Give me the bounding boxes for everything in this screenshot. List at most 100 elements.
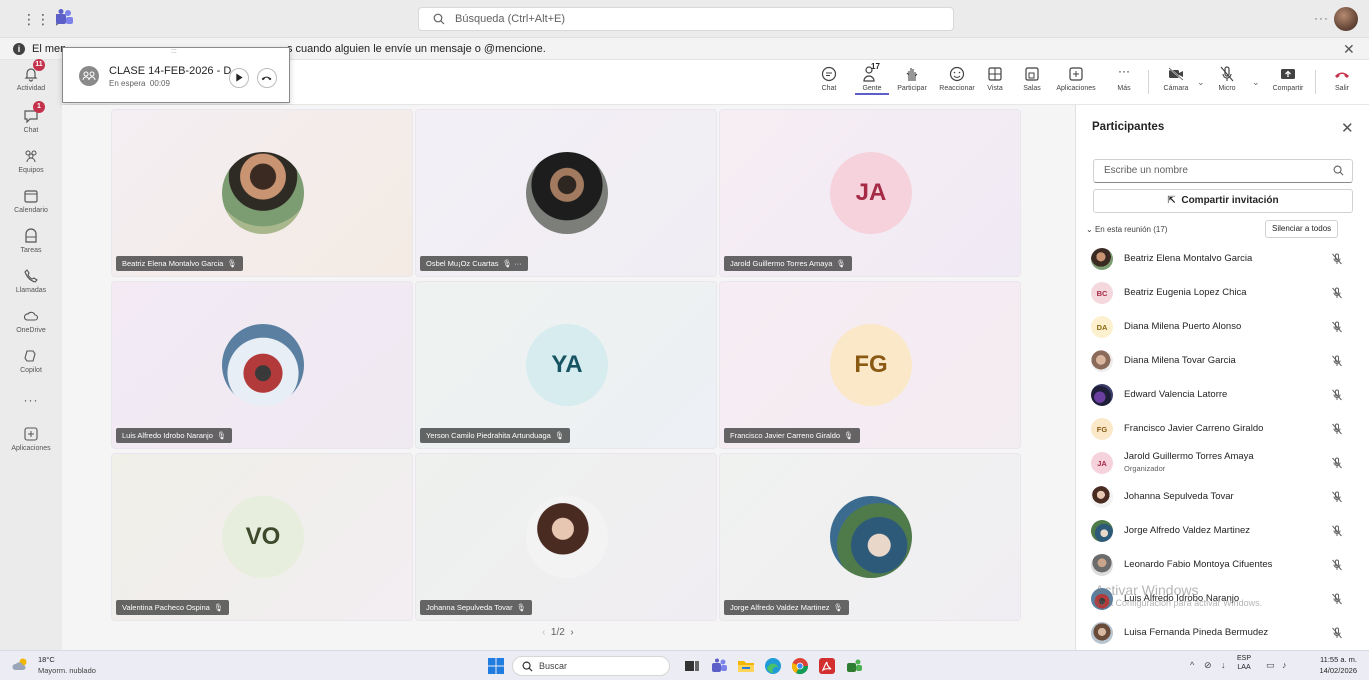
rail-item-calls[interactable]: Llamadas	[0, 266, 62, 306]
windows-start-icon[interactable]	[488, 658, 504, 674]
video-tile[interactable]: VO Valentina Pacheco Ospina 🎙	[111, 453, 413, 621]
participant-avatar	[1091, 520, 1113, 542]
share-button[interactable]: Compartir	[1267, 62, 1309, 102]
participant-row[interactable]: Edward Valencia Latorre	[1076, 378, 1369, 412]
participant-name-tag: Osbel Mu¡Oz Cuartas 🎙 ···	[420, 256, 528, 271]
video-tile[interactable]: YA Yerson Camilo Piedrahita Artunduaga 🎙	[415, 281, 717, 449]
people-button[interactable]: 17 Gente	[855, 62, 889, 102]
rail-item-calendar[interactable]: Calendario	[0, 186, 62, 226]
participant-row[interactable]: Jorge Alfredo Valdez Martinez	[1076, 514, 1369, 548]
profile-avatar[interactable]	[1334, 7, 1358, 31]
participant-row[interactable]: FG Francisco Javier Carreno Giraldo	[1076, 412, 1369, 446]
drag-handle-icon[interactable]: :::	[171, 48, 177, 55]
in-meeting-section[interactable]: ⌄ En esta reunión (17)	[1086, 225, 1167, 234]
resume-button[interactable]	[229, 68, 249, 88]
react-button[interactable]: Reaccionar	[935, 62, 979, 102]
rail-item-onedrive[interactable]: OneDrive	[0, 306, 62, 346]
edge-browser-icon[interactable]	[764, 657, 782, 675]
participant-name: Osbel Mu¡Oz Cuartas	[426, 259, 499, 268]
rail-item-label: Calendario	[14, 207, 48, 214]
chrome-browser-icon[interactable]	[791, 657, 809, 675]
participant-photo	[830, 496, 912, 578]
rail-item-apps[interactable]: Aplicaciones	[0, 424, 62, 464]
rail-more-icon[interactable]: ···	[0, 393, 62, 407]
mute-all-button[interactable]: Silenciar a todos	[1265, 220, 1339, 238]
call-on-hold-popup[interactable]: ::: CLASE 14-FEB-2026 - D En espera 00:0…	[62, 47, 290, 103]
task-view-icon[interactable]	[683, 657, 701, 675]
view-button[interactable]: Vista	[980, 62, 1010, 102]
volume-icon[interactable]: ♪	[1282, 660, 1287, 670]
participant-row[interactable]: Diana Milena Tovar Garcia	[1076, 344, 1369, 378]
rail-item-teams[interactable]: Equipos	[0, 146, 62, 186]
chevron-down-icon: ⌄	[1086, 225, 1093, 234]
global-search-input[interactable]: Búsqueda (Ctrl+Alt+E)	[418, 7, 954, 31]
close-panel-button[interactable]: ✕	[1341, 119, 1354, 137]
participant-row[interactable]: Beatriz Elena Montalvo Garcia	[1076, 242, 1369, 276]
video-tile[interactable]: Osbel Mu¡Oz Cuartas 🎙 ···	[415, 109, 717, 277]
participant-avatar	[1091, 486, 1113, 508]
video-tile[interactable]: Johanna Sepulveda Tovar 🎙	[415, 453, 717, 621]
participant-name: Valentina Pacheco Ospina	[122, 603, 210, 612]
mic-options-chevron-icon[interactable]: ⌄	[1252, 77, 1260, 88]
input-language[interactable]: ESP LAA	[1237, 654, 1251, 672]
participant-name: Jarold Guillermo Torres Amaya	[1124, 451, 1254, 462]
more-options-icon[interactable]: ···	[1314, 11, 1329, 25]
participant-avatar	[1091, 622, 1113, 644]
camera-button[interactable]: Cámara	[1156, 62, 1196, 102]
video-tile[interactable]: Beatriz Elena Montalvo Garcia 🎙	[111, 109, 413, 277]
leave-button[interactable]: Salir	[1324, 62, 1360, 102]
share-invite-button[interactable]: ⇱ Compartir invitación	[1093, 189, 1353, 213]
banner-close-button[interactable]: ✕	[1343, 38, 1355, 60]
more-options-icon[interactable]: ···	[514, 259, 522, 268]
rail-item-activity[interactable]: 11 Actividad	[0, 59, 62, 104]
participant-name: Yerson Camilo Piedrahita Artunduaga	[426, 431, 551, 440]
participant-row[interactable]: BC Beatriz Eugenia Lopez Chica	[1076, 276, 1369, 310]
participant-row[interactable]: Luis Alfredo Idrobo Naranjo	[1076, 582, 1369, 616]
apps-button[interactable]: Aplicaciones	[1052, 62, 1100, 102]
acrobat-reader-icon[interactable]	[818, 657, 836, 675]
participant-search-input[interactable]: Escribe un nombre	[1093, 159, 1353, 183]
participant-row[interactable]: DA Diana Milena Puerto Alonso	[1076, 310, 1369, 344]
participant-row[interactable]: Leonardo Fabio Montoya Cifuentes	[1076, 548, 1369, 582]
teams-app-icon[interactable]	[710, 657, 728, 675]
end-call-button[interactable]	[257, 68, 277, 88]
camera-label: Cámara	[1163, 85, 1189, 92]
display-icon[interactable]: ▭	[1266, 660, 1275, 671]
video-tile[interactable]: JA Jarold Guillermo Torres Amaya 🎙	[719, 109, 1021, 277]
more-button[interactable]: ··· Más	[1109, 62, 1139, 102]
camera-options-chevron-icon[interactable]: ⌄	[1197, 77, 1205, 88]
participant-row[interactable]: Luisa Fernanda Pineda Bermudez	[1076, 616, 1369, 650]
file-explorer-icon[interactable]	[737, 657, 755, 675]
mic-off-icon: 🎙	[833, 603, 844, 612]
raise-hand-button[interactable]: Participar	[892, 62, 932, 102]
next-page-icon[interactable]: ›	[570, 627, 573, 638]
participant-row[interactable]: JA Jarold Guillermo Torres Amaya Organiz…	[1076, 446, 1369, 480]
mic-off-icon: 🎙	[554, 431, 565, 440]
taskbar-search-input[interactable]: Buscar	[512, 656, 670, 676]
location-icon[interactable]: ↓	[1221, 660, 1226, 670]
rooms-button[interactable]: Salas	[1017, 62, 1047, 102]
participant-name: Beatriz Elena Montalvo Garcia	[122, 259, 224, 268]
chat-button[interactable]: Chat	[812, 62, 846, 102]
participant-avatar	[1091, 350, 1113, 372]
participant-name-tag: Yerson Camilo Piedrahita Artunduaga 🎙	[420, 428, 571, 443]
rail-item-chat[interactable]: 1 Chat	[0, 101, 62, 146]
participant-initials: FG	[1091, 418, 1113, 440]
rail-item-tasks[interactable]: Tareas	[0, 226, 62, 266]
mic-button[interactable]: Micro	[1207, 62, 1247, 102]
previous-page-icon[interactable]: ‹	[542, 627, 545, 638]
video-tile[interactable]: Jorge Alfredo Valdez Martinez 🎙	[719, 453, 1021, 621]
video-tile[interactable]: FG Francisco Javier Carreno Giraldo 🎙	[719, 281, 1021, 449]
video-tile[interactable]: Luis Alfredo Idrobo Naranjo 🎙	[111, 281, 413, 449]
system-clock[interactable]: 11:55 a. m. 14/02/2026	[1313, 654, 1357, 676]
mic-off-icon	[1332, 423, 1342, 435]
app-launcher-icon[interactable]: ⋮⋮⋮	[22, 11, 64, 27]
network-icon[interactable]: ⊘	[1204, 660, 1212, 671]
teams-classic-icon[interactable]	[845, 657, 863, 675]
rail-item-copilot[interactable]: Copilot	[0, 346, 62, 386]
hold-status: En espera 00:09	[109, 79, 170, 88]
mic-off-icon: 🎙	[227, 259, 237, 268]
show-hidden-icons-icon[interactable]: ^	[1190, 660, 1194, 670]
cloud-weather-icon[interactable]	[12, 657, 30, 671]
participant-row[interactable]: Johanna Sepulveda Tovar	[1076, 480, 1369, 514]
